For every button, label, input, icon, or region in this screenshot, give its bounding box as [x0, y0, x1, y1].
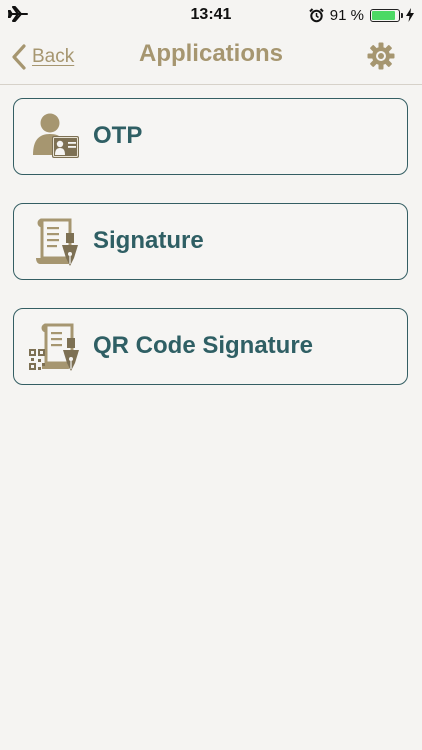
alarm-icon — [309, 7, 324, 22]
app-label-otp: OTP — [93, 122, 143, 149]
app-card-qr-code-signature[interactable]: QR Code Signature — [13, 308, 408, 385]
battery-fill — [372, 10, 396, 20]
charging-icon — [406, 8, 414, 22]
battery-icon — [370, 8, 403, 22]
qr-document-pen-icon — [29, 323, 79, 371]
settings-button[interactable] — [366, 41, 396, 71]
status-indicators: 91 % — [309, 5, 414, 25]
app-label-signature: Signature — [93, 227, 204, 254]
document-pen-icon — [36, 218, 78, 266]
battery-percent: 91 % — [329, 6, 364, 24]
navigation-bar: Back Applications — [0, 30, 422, 85]
app-card-signature[interactable]: Signature — [13, 203, 408, 280]
app-card-otp[interactable]: OTP — [13, 98, 408, 175]
person-id-card-icon — [33, 113, 79, 158]
app-label-qr-code-signature: QR Code Signature — [93, 332, 314, 359]
status-bar: 13:41 91 % — [0, 0, 422, 30]
page-title: Applications — [138, 40, 283, 67]
gear-icon — [367, 42, 395, 70]
